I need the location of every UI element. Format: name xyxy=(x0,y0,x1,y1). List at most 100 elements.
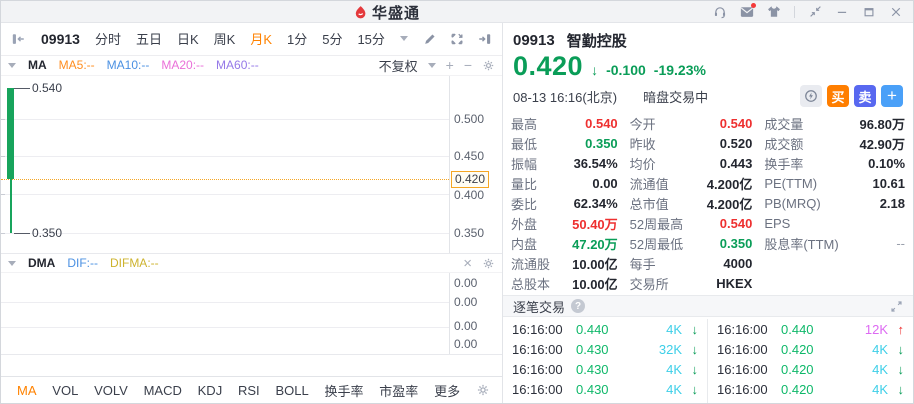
stat-label: 每手 xyxy=(629,256,656,272)
tab-indicator-huanshoulv[interactable]: 换手率 xyxy=(324,381,363,400)
trade-price: 0.440 xyxy=(576,321,609,337)
trade-row: 16:16:00 0.440 4K ↓ xyxy=(503,319,707,339)
price-axis: 0.500 0.450 0.420 0.400 0.350 xyxy=(449,75,502,254)
dma-name[interactable]: DMA xyxy=(28,256,55,270)
buy-button[interactable]: 买 xyxy=(827,85,849,107)
trade-direction-down-icon: ↓ xyxy=(691,361,699,377)
trade-volume: 4K xyxy=(666,321,682,337)
dock-window-icon[interactable] xyxy=(808,5,822,19)
overlay-name[interactable]: MA xyxy=(28,58,47,72)
chart-settings-gear-icon[interactable] xyxy=(482,59,495,72)
stat-label: 52周最高 xyxy=(629,216,684,232)
unread-badge xyxy=(751,2,756,8)
axis-label: 0.00 xyxy=(454,337,478,352)
tab-period-wuri[interactable]: 五日 xyxy=(136,29,162,48)
zoom-out-icon[interactable]: − xyxy=(464,58,472,72)
stat-label: PB(MRQ) xyxy=(764,195,821,211)
maximize-icon[interactable] xyxy=(862,5,876,19)
trade-price: 0.440 xyxy=(781,321,814,337)
tab-period-5min[interactable]: 5分 xyxy=(322,29,342,48)
stock-name: 智勤控股 xyxy=(566,32,627,50)
main-candlestick-chart[interactable]: 0.540 0.350 0.500 0.450 0.420 0.400 0.35… xyxy=(1,75,502,254)
stat-value: 0.350 xyxy=(585,135,618,151)
stats-row: 流通股 10.00亿 每手 4000 xyxy=(511,253,905,273)
adjust-mode-select[interactable]: 不复权 xyxy=(379,56,418,75)
tab-indicator-macd[interactable]: MACD xyxy=(144,383,182,398)
dma-chevron-down-icon[interactable] xyxy=(8,260,16,266)
close-icon[interactable] xyxy=(889,5,903,19)
sell-button[interactable]: 卖 xyxy=(854,85,876,107)
quote-stats-table: 最高 0.540 今开 0.540 成交量 96.80万 最低 0.350 昨收 0.52… xyxy=(503,109,913,295)
tab-indicator-shiyinglv[interactable]: 市盈率 xyxy=(379,381,418,400)
help-icon[interactable]: ? xyxy=(571,299,586,313)
close-indicator-icon[interactable]: × xyxy=(463,256,472,271)
trade-price: 0.430 xyxy=(576,341,609,357)
tab-indicator-kdj[interactable]: KDJ xyxy=(198,383,223,398)
messages-icon[interactable] xyxy=(740,2,756,19)
fullscreen-icon[interactable] xyxy=(450,32,464,46)
stat-label: 流通值 xyxy=(629,176,669,192)
stat-value: 0.540 xyxy=(585,115,618,131)
gridline xyxy=(1,302,449,304)
tab-indicator-vol[interactable]: VOL xyxy=(52,383,78,398)
collapse-panel-left-icon[interactable] xyxy=(11,32,26,46)
tab-period-yuek[interactable]: 月K xyxy=(250,29,272,48)
stats-row: 总股本 10.00亿 交易所 HKEX xyxy=(511,273,905,293)
tab-indicator-volv[interactable]: VOLV xyxy=(94,383,128,398)
trade-time: 16:16:00 xyxy=(717,341,768,357)
tick-trades-list[interactable]: 16:16:00 0.440 4K ↓ 16:16:00 0.430 32K ↓… xyxy=(503,317,913,403)
axis-label: 0.500 xyxy=(454,111,485,126)
gridline xyxy=(1,327,449,329)
stat-value: 4.200亿 xyxy=(706,176,753,192)
stat-value: 4000 xyxy=(723,255,753,271)
zoom-in-icon[interactable]: + xyxy=(446,58,454,72)
trade-time: 16:16:00 xyxy=(512,361,563,377)
minimize-icon[interactable] xyxy=(835,5,849,19)
tab-period-15min[interactable]: 15分 xyxy=(357,29,384,48)
customer-service-icon[interactable] xyxy=(713,5,727,19)
theme-shop-icon[interactable] xyxy=(767,5,781,19)
stats-row: 振幅 36.54% 均价 0.443 换手率 0.10% xyxy=(511,153,905,173)
adjust-chevron-down-icon[interactable] xyxy=(427,62,436,68)
tab-period-fenshi[interactable]: 分时 xyxy=(95,29,121,48)
tab-period-1min[interactable]: 1分 xyxy=(287,29,307,48)
stock-header: 09913 智勤控股 0.420 ↓ -0.100 -19.23% 08-13 … xyxy=(503,23,913,109)
tick-trades-title: 逐笔交易 xyxy=(513,299,566,315)
more-periods-chevron-down-icon[interactable] xyxy=(399,36,408,42)
axis-label: 0.00 xyxy=(454,295,478,310)
stat-value: 0.350 xyxy=(719,235,753,251)
indicator-settings-gear-icon[interactable] xyxy=(476,383,490,397)
expand-panel-right-icon[interactable] xyxy=(477,32,492,46)
trades-column-left: 16:16:00 0.440 4K ↓ 16:16:00 0.430 32K ↓… xyxy=(503,319,708,403)
tab-indicator-more[interactable]: 更多 xyxy=(434,381,460,400)
stat-value: 0.10% xyxy=(868,155,906,171)
flash-order-button[interactable] xyxy=(800,85,822,107)
dma-settings-gear-icon[interactable] xyxy=(482,257,495,270)
gridline xyxy=(1,118,449,120)
app-title: 华盛通 xyxy=(372,4,421,22)
trade-time: 16:16:00 xyxy=(512,381,563,397)
tab-indicator-rsi[interactable]: RSI xyxy=(238,383,260,398)
dma-indicator-chart[interactable]: 0.00 0.00 0.00 0.00 xyxy=(1,273,502,356)
draw-pencil-icon[interactable] xyxy=(423,32,437,46)
ma-chevron-down-icon[interactable] xyxy=(8,62,16,68)
stat-label: 委比 xyxy=(511,196,538,212)
trade-price: 0.430 xyxy=(576,381,609,397)
stats-row: 最低 0.350 昨收 0.520 成交额 42.90万 xyxy=(511,133,905,153)
candle-body xyxy=(7,87,14,179)
quote-datetime: 08-13 16:16(北京) xyxy=(513,89,618,105)
stat-value: 0.540 xyxy=(719,115,753,131)
add-to-watchlist-button[interactable]: + xyxy=(881,85,903,107)
trade-row: 16:16:00 0.420 4K ↓ xyxy=(708,359,913,379)
trade-volume: 12K xyxy=(864,321,888,337)
trades-column-right: 16:16:00 0.440 12K ↑ 16:16:00 0.420 4K ↓… xyxy=(708,319,913,403)
stat-value: 42.90万 xyxy=(859,136,906,152)
dma-axis: 0.00 0.00 0.00 0.00 xyxy=(449,273,502,355)
axis-tick xyxy=(1,118,5,120)
tab-indicator-ma[interactable]: MA xyxy=(17,383,37,398)
tab-indicator-boll[interactable]: BOLL xyxy=(275,383,308,398)
tab-period-zhouk[interactable]: 周K xyxy=(214,29,236,48)
tab-period-rik[interactable]: 日K xyxy=(177,29,199,48)
stat-label: 交易所 xyxy=(629,276,669,292)
expand-trades-icon[interactable] xyxy=(890,300,903,313)
